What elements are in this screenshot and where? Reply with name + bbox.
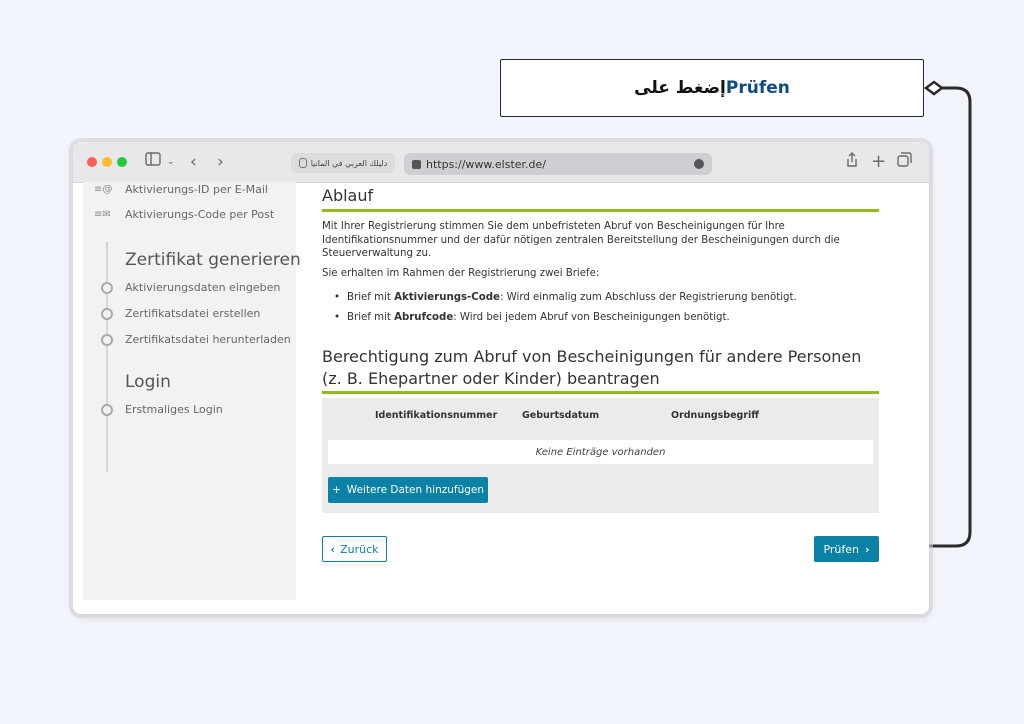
back-button-label: Zurück — [340, 542, 379, 556]
url-text: https://www.elster.de/ — [426, 157, 547, 171]
sidebar-item-aktivierungs-id[interactable]: Aktivierungs-ID per E-Mail — [125, 183, 268, 196]
tab-label: دليلك العربي في المانيا — [310, 158, 388, 168]
browser-toolbar: ⌄ ‹ › دليلك العربي في المانيا https://ww… — [73, 142, 929, 183]
step-circle-icon — [101, 282, 113, 294]
annotation-highlight: Prüfen — [725, 78, 790, 98]
sidebar-item-erstmaliges-login[interactable]: Erstmaliges Login — [125, 403, 223, 416]
email-at-icon: ≡@ — [94, 184, 113, 195]
add-data-button[interactable]: + Weitere Daten hinzufügen — [328, 477, 488, 503]
plus-icon: + — [331, 484, 341, 496]
chevron-down-icon[interactable]: ⌄ — [167, 152, 175, 172]
close-window-button[interactable] — [87, 157, 97, 167]
letters-intro: Sie erhalten im Rahmen der Registrierung… — [322, 268, 600, 279]
sidebar-toggle-icon[interactable] — [145, 152, 161, 172]
browser-tab[interactable]: دليلك العربي في المانيا — [291, 153, 395, 173]
section-underline — [322, 391, 879, 394]
connector-diamond — [923, 80, 945, 96]
browser-window: ⌄ ‹ › دليلك العربي في المانيا https://ww… — [73, 142, 929, 614]
tab-favicon-icon — [298, 158, 307, 168]
persons-table: Identifikationsnummer Geburtsdatum Ordnu… — [322, 398, 879, 513]
column-header-geburtsdatum[interactable]: Geburtsdatum — [522, 410, 599, 421]
mail-envelope-icon: ≡✉ — [94, 209, 111, 220]
chevron-left-icon: ‹ — [330, 542, 336, 556]
sidebar-heading-zertifikat: Zertifikat generieren — [125, 250, 301, 270]
bullet-abrufcode: Brief mit Abrufcode: Wird bei jedem Abru… — [334, 312, 730, 323]
address-bar[interactable]: https://www.elster.de/ — [404, 153, 712, 175]
annotation-callout: Prüfenإضغط على — [500, 59, 924, 117]
sidebar-heading-login: Login — [125, 372, 171, 392]
check-button[interactable]: Prüfen › — [814, 536, 879, 562]
more-options-icon[interactable] — [694, 159, 704, 169]
forward-nav-icon[interactable]: › — [217, 152, 224, 172]
section-title: Berechtigung zum Abruf von Bescheinigung… — [322, 347, 862, 388]
sidebar-item-aktivierungsdaten[interactable]: Aktivierungsdaten eingeben — [125, 281, 280, 294]
intro-paragraph: Mit Ihrer Registrierung stimmen Sie dem … — [322, 221, 840, 259]
site-favicon-icon — [412, 159, 421, 169]
sidebar-item-aktivierungs-code[interactable]: Aktivierungs-Code per Post — [125, 208, 274, 221]
title-underline — [322, 209, 879, 212]
ablauf-title: Ablauf — [322, 186, 374, 205]
step-circle-icon — [101, 308, 113, 320]
check-button-label: Prüfen — [823, 542, 859, 556]
sidebar-item-zertifikatsdatei-herunterladen[interactable]: Zertifikatsdatei herunterladen — [125, 333, 291, 346]
minimize-window-button[interactable] — [102, 157, 112, 167]
tab-overview-icon[interactable] — [897, 152, 912, 173]
back-nav-icon[interactable]: ‹ — [190, 152, 197, 172]
sidebar: ≡@ Aktivierungs-ID per E-Mail ≡✉ Aktivie… — [83, 182, 301, 600]
sidebar-item-zertifikatsdatei-erstellen[interactable]: Zertifikatsdatei erstellen — [125, 307, 260, 320]
column-header-ordnungsbegriff[interactable]: Ordnungsbegriff — [671, 410, 759, 421]
maximize-window-button[interactable] — [117, 157, 127, 167]
new-tab-icon[interactable]: + — [871, 152, 886, 172]
progress-rail — [106, 242, 108, 472]
back-button[interactable]: ‹ Zurück — [322, 536, 387, 562]
step-circle-icon — [101, 404, 113, 416]
add-data-label: Weitere Daten hinzufügen — [346, 484, 485, 496]
step-circle-icon — [101, 334, 113, 346]
column-header-id[interactable]: Identifikationsnummer — [375, 410, 497, 421]
chevron-right-icon: › — [865, 542, 870, 556]
share-icon[interactable] — [845, 152, 859, 174]
empty-table-row: Keine Einträge vorhanden — [328, 440, 873, 464]
bullet-aktivierungs-code: Brief mit Aktivierungs-Code: Wird einmal… — [334, 292, 797, 303]
annotation-text: إضغط على — [634, 78, 726, 98]
